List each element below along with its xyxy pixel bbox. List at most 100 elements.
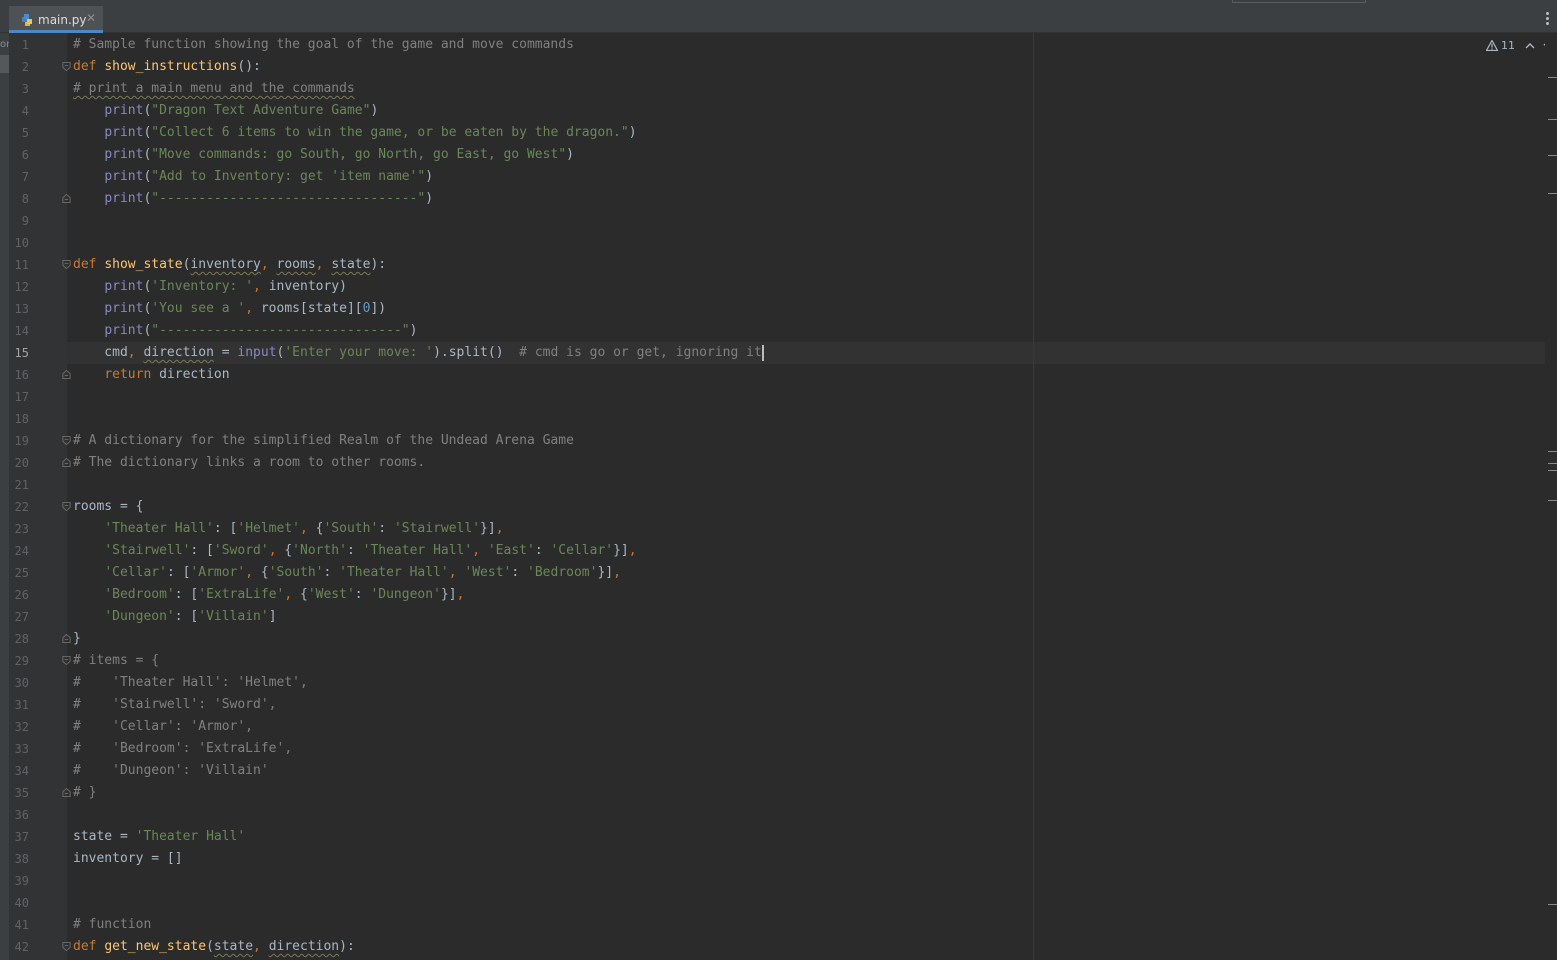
line-number: 19 xyxy=(14,434,29,448)
code-token: 'Cellar' xyxy=(104,565,167,580)
code-line[interactable]: return direction xyxy=(73,364,230,386)
code-line[interactable]: print("Move commands: go South, go North… xyxy=(73,144,574,166)
fold-end-icon[interactable] xyxy=(62,458,71,467)
fold-end-icon[interactable] xyxy=(62,194,71,203)
code-token: , xyxy=(315,257,332,272)
code-token: 'Cellar' xyxy=(550,543,614,558)
code-line[interactable]: print("Add to Inventory: get 'item name'… xyxy=(73,166,433,188)
code-token: rooms[state][ xyxy=(260,301,363,316)
toolbar-widget[interactable] xyxy=(1232,0,1366,3)
code-token: show_state xyxy=(104,257,183,272)
fold-start-icon[interactable] xyxy=(62,260,71,269)
code-line[interactable]: # print a main menu and the commands xyxy=(73,78,355,100)
code-line[interactable]: # function xyxy=(73,914,151,936)
error-stripe-scrollbar[interactable] xyxy=(1545,33,1557,960)
code-token: , xyxy=(628,543,637,558)
stripe-mark[interactable] xyxy=(1548,463,1557,464)
code-token: , xyxy=(300,521,316,536)
code-token: , xyxy=(448,565,465,580)
code-token: # items = { xyxy=(73,653,160,668)
code-token: # 'Theater Hall': 'Helmet', xyxy=(73,675,308,690)
stripe-mark[interactable] xyxy=(1548,470,1557,471)
code-line[interactable]: 'Stairwell': ['Sword', {'North': 'Theate… xyxy=(73,540,637,562)
warning-icon xyxy=(1486,40,1498,51)
stripe-mark[interactable] xyxy=(1548,193,1557,194)
fold-end-icon[interactable] xyxy=(62,788,71,797)
code-line[interactable]: state = 'Theater Hall' xyxy=(73,826,245,848)
code-line[interactable]: # items = { xyxy=(73,650,159,672)
line-number: 41 xyxy=(14,918,29,932)
code-line[interactable]: cmd, direction = input('Enter your move:… xyxy=(73,342,762,364)
code-token: # 'Dungeon': 'Villain' xyxy=(73,763,269,778)
more-options-icon[interactable] xyxy=(1545,12,1551,26)
line-number: 11 xyxy=(14,258,29,272)
code-line[interactable]: rooms = { xyxy=(73,496,143,518)
code-token: 'Enter your move: ' xyxy=(284,345,434,360)
code-line[interactable]: # 'Dungeon': 'Villain' xyxy=(73,760,269,782)
code-line[interactable]: def show_state(inventory, rooms, state): xyxy=(73,254,386,276)
code-token: ) xyxy=(370,103,379,118)
code-token: inventory xyxy=(190,257,261,272)
code-line[interactable]: print("Collect 6 items to win the game, … xyxy=(73,122,636,144)
code-token: rooms = { xyxy=(73,499,144,514)
code-token: ) xyxy=(409,323,418,338)
code-line[interactable]: 'Cellar': ['Armor', {'South': 'Theater H… xyxy=(73,562,621,584)
line-number: 38 xyxy=(14,852,29,866)
code-line[interactable]: inventory = [] xyxy=(73,848,183,870)
code-token: ( xyxy=(206,939,214,954)
code-line[interactable]: 'Theater Hall': ['Helmet', {'South': 'St… xyxy=(73,518,503,540)
fold-start-icon[interactable] xyxy=(62,62,71,71)
code-line[interactable]: # } xyxy=(73,782,96,804)
code-token: : xyxy=(378,521,394,536)
code-line[interactable]: # A dictionary for the simplified Realm … xyxy=(73,430,574,452)
code-token: direction xyxy=(159,367,230,382)
stripe-mark[interactable] xyxy=(1548,77,1557,78)
code-line[interactable]: # 'Theater Hall': 'Helmet', xyxy=(73,672,308,694)
code-line[interactable]: print("---------------------------------… xyxy=(73,188,433,210)
text-caret xyxy=(762,345,764,361)
stripe-mark[interactable] xyxy=(1548,904,1557,905)
tab-label: main.py xyxy=(38,13,87,27)
code-line[interactable]: # Sample function showing the goal of th… xyxy=(73,34,574,56)
fold-end-icon[interactable] xyxy=(62,370,71,379)
code-token: "-------------------------------" xyxy=(151,323,410,338)
code-token: # cmd is go or get, ignoring it xyxy=(519,345,762,360)
code-line[interactable]: print('You see a ', rooms[state][0]) xyxy=(73,298,386,320)
code-token: "Collect 6 items to win the game, or be … xyxy=(151,125,629,140)
fold-end-icon[interactable] xyxy=(62,634,71,643)
code-line[interactable]: print("Dragon Text Adventure Game") xyxy=(73,100,378,122)
stripe-mark[interactable] xyxy=(1548,451,1557,452)
fold-start-icon[interactable] xyxy=(62,436,71,445)
code-line[interactable]: # 'Stairwell': 'Sword', xyxy=(73,694,277,716)
line-number: 14 xyxy=(14,324,29,338)
code-token: # print a main menu and the commands xyxy=(73,81,355,96)
stripe-mark[interactable] xyxy=(1548,500,1557,501)
code-line[interactable]: # The dictionary links a room to other r… xyxy=(73,452,425,474)
fold-start-icon[interactable] xyxy=(62,502,71,511)
code-token: 'Sword' xyxy=(213,543,269,558)
chevron-up-icon[interactable] xyxy=(1524,38,1536,54)
tab-main-py[interactable]: main.py ✕ xyxy=(9,6,103,33)
code-line[interactable]: # 'Cellar': 'Armor', xyxy=(73,716,253,738)
code-token: , xyxy=(245,565,261,580)
stripe-mark[interactable] xyxy=(1548,155,1557,156)
code-line[interactable]: } xyxy=(73,628,81,650)
code-token: , xyxy=(253,939,269,954)
fold-start-icon[interactable] xyxy=(62,656,71,665)
code-line[interactable]: def show_instructions(): xyxy=(73,56,261,78)
project-panel-label: or xyxy=(0,39,9,50)
fold-start-icon[interactable] xyxy=(62,942,71,951)
code-line[interactable]: print("-------------------------------") xyxy=(73,320,417,342)
code-token: 'Theater Hall' xyxy=(362,543,473,558)
line-number: 2 xyxy=(21,60,29,74)
line-number: 35 xyxy=(14,786,29,800)
code-line[interactable]: def get_new_state(state, direction): xyxy=(73,936,355,958)
code-line[interactable]: print('Inventory: ', inventory) xyxy=(73,276,347,298)
stripe-mark[interactable] xyxy=(1548,119,1557,120)
code-line[interactable]: 'Bedroom': ['ExtraLife', {'West': 'Dunge… xyxy=(73,584,464,606)
code-line[interactable]: # 'Bedroom': 'ExtraLife', xyxy=(73,738,292,760)
code-line[interactable]: 'Dungeon': ['Villain'] xyxy=(73,606,276,628)
close-icon[interactable]: ✕ xyxy=(86,11,96,25)
line-number: 30 xyxy=(14,676,29,690)
